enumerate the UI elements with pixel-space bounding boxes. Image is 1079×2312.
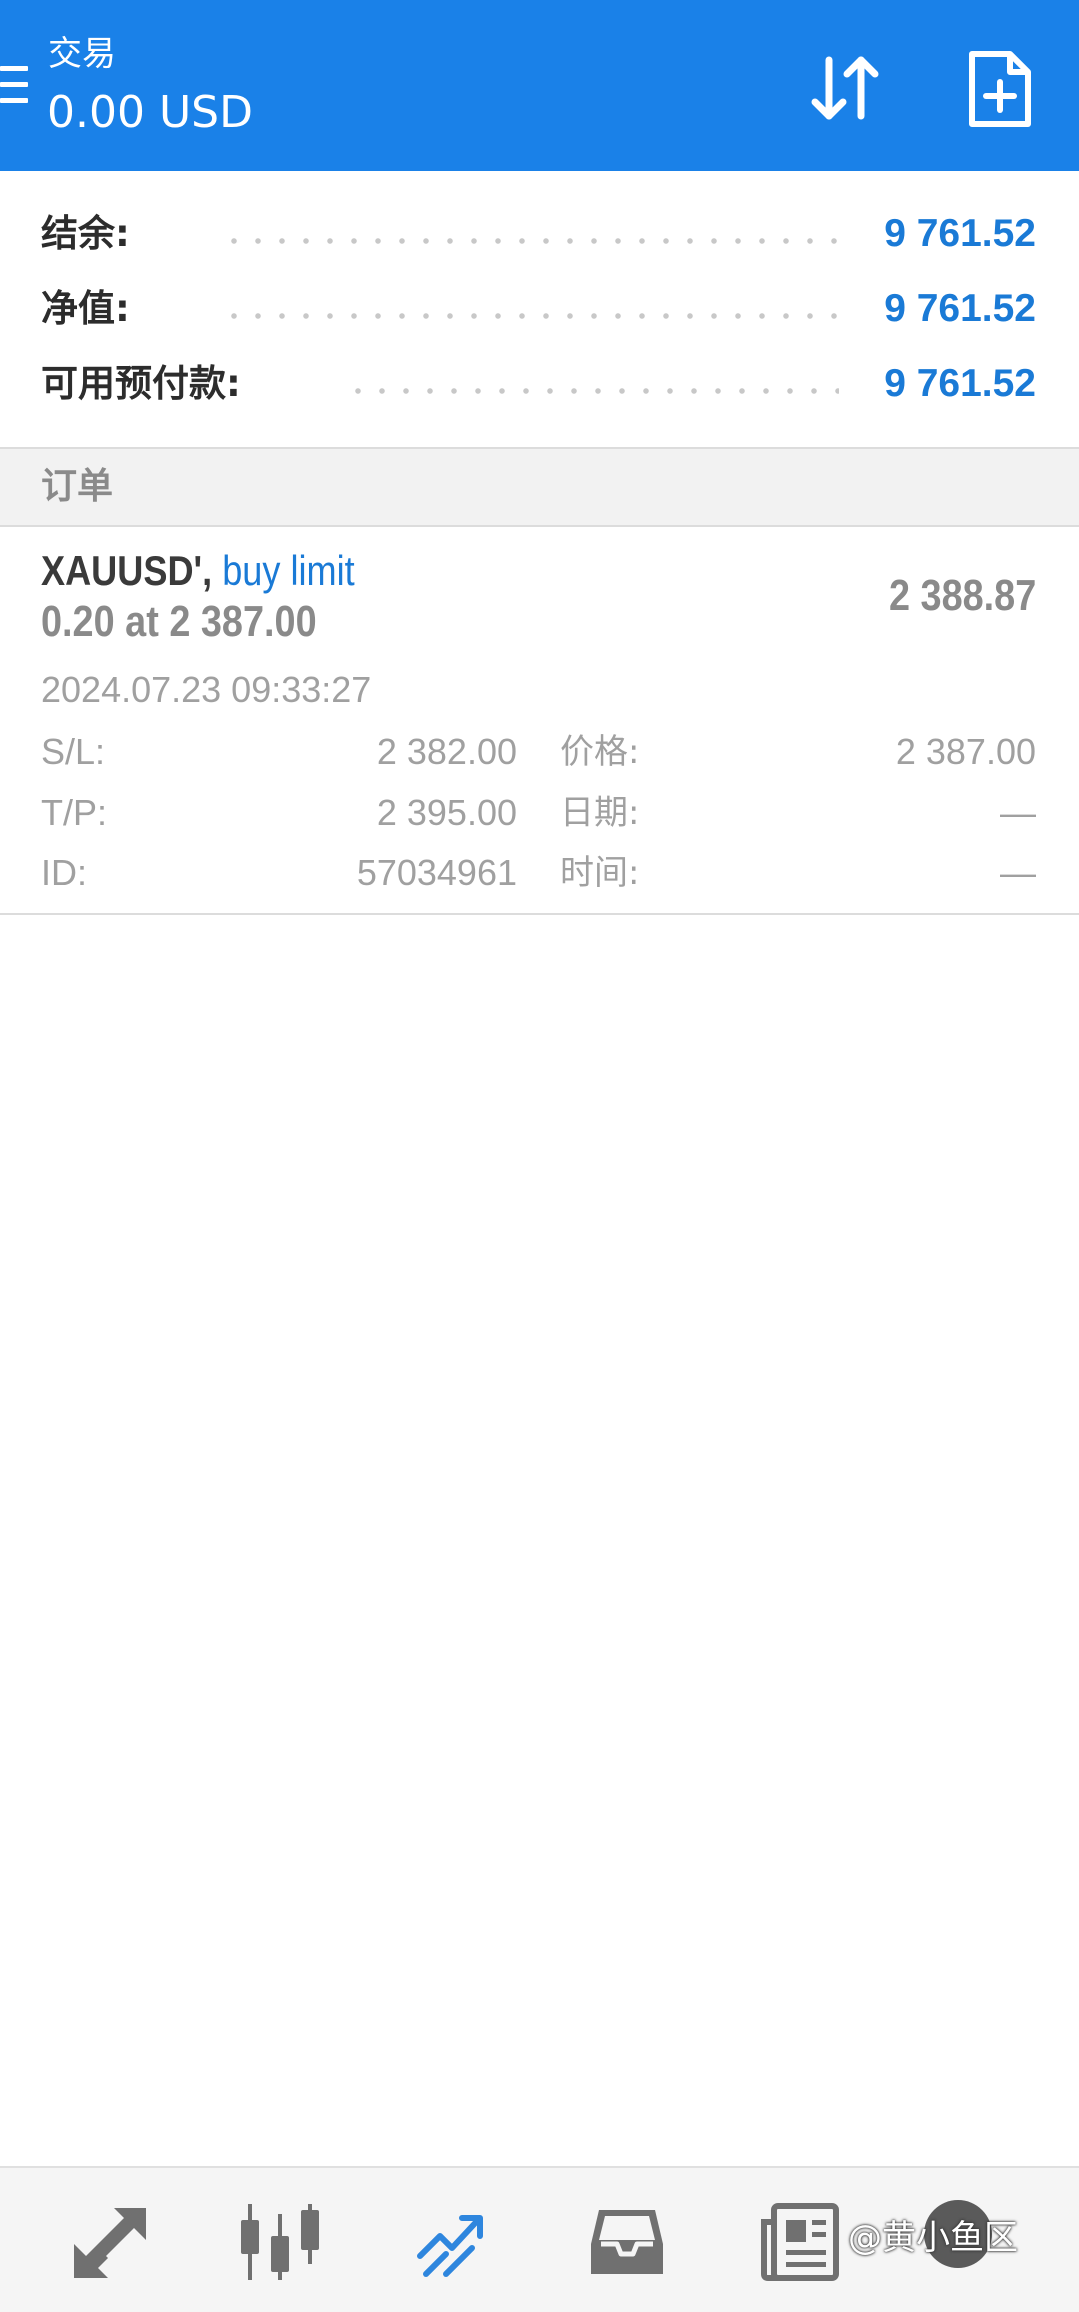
quotes-icon: [74, 2208, 146, 2278]
nav-quotes[interactable]: [68, 2200, 152, 2284]
summary-value: 9 761.52: [884, 362, 1036, 405]
summary-value: 9 761.52: [884, 212, 1036, 255]
account-balance-header: 0.00 USD: [47, 87, 253, 138]
detail-key: 时间:: [560, 853, 640, 893]
chart-icon: [241, 2204, 319, 2280]
detail-value: 2 387.00: [895, 731, 1036, 772]
nav-chart[interactable]: [238, 2200, 322, 2284]
detail-key: 日期:: [560, 793, 640, 833]
nav-trade[interactable]: [412, 2200, 496, 2284]
app-bar: 交易 0.00 USD: [0, 0, 1079, 171]
dotted-leader: [346, 387, 839, 395]
order-detail-row: T/P: 2 395.00 日期: —: [0, 788, 1079, 838]
trade-icon: [417, 2215, 483, 2277]
new-order-button[interactable]: [962, 48, 1038, 130]
summary-label: 可用预付款:: [41, 362, 241, 405]
detail-value: 2 395.00: [376, 792, 517, 833]
nav-news[interactable]: [758, 2200, 842, 2284]
detail-value: —: [1000, 792, 1036, 833]
detail-value: —: [1000, 852, 1036, 893]
history-icon: [591, 2210, 663, 2274]
page-title: 交易: [48, 34, 116, 74]
summary-label: 结余:: [41, 212, 130, 255]
summary-row-free-margin: 可用预付款: 9 761.52: [0, 354, 1079, 414]
order-current-price: 2 388.87: [888, 571, 1036, 620]
detail-value: 57034961: [356, 852, 517, 893]
nav-history[interactable]: [585, 2200, 669, 2284]
summary-row-balance: 结余: 9 761.52: [0, 204, 1079, 264]
order-detail-row: S/L: 2 382.00 价格: 2 387.00: [0, 727, 1079, 777]
detail-key: T/P:: [41, 792, 108, 833]
summary-value: 9 761.52: [884, 287, 1036, 330]
dotted-leader: [222, 237, 839, 245]
order-type: buy limit: [222, 547, 355, 594]
news-icon: [761, 2203, 839, 2281]
sort-button[interactable]: [805, 50, 885, 130]
section-title: 订单: [41, 466, 114, 507]
detail-key: 价格:: [560, 732, 640, 772]
detail-value: 2 382.00: [376, 731, 517, 772]
order-volume: 0.20 at 2 387.00: [41, 597, 317, 646]
orders-section-header: 订单: [0, 447, 1079, 527]
new-order-icon: [969, 51, 1031, 127]
summary-row-equity: 净值: 9 761.52: [0, 279, 1079, 339]
dotted-leader: [222, 312, 839, 320]
detail-key: S/L:: [41, 731, 106, 772]
sort-arrows-icon: [811, 56, 879, 120]
detail-key: ID:: [41, 852, 88, 893]
order-symbol: XAUUSD',: [41, 547, 213, 594]
watermark: @黄小鱼区: [848, 2218, 1018, 2258]
order-symbol-line: XAUUSD', buy limit: [41, 545, 355, 597]
account-summary: 结余: 9 761.52 净值: 9 761.52 可用预付款: 9 761.5…: [0, 171, 1079, 447]
order-item[interactable]: XAUUSD', buy limit 0.20 at 2 387.00 2 38…: [0, 525, 1079, 915]
order-time: 2024.07.23 09:33:27: [41, 669, 372, 710]
menu-icon[interactable]: [0, 64, 30, 110]
order-detail-row: ID: 57034961 时间: —: [0, 848, 1079, 898]
summary-label: 净值:: [41, 287, 130, 330]
